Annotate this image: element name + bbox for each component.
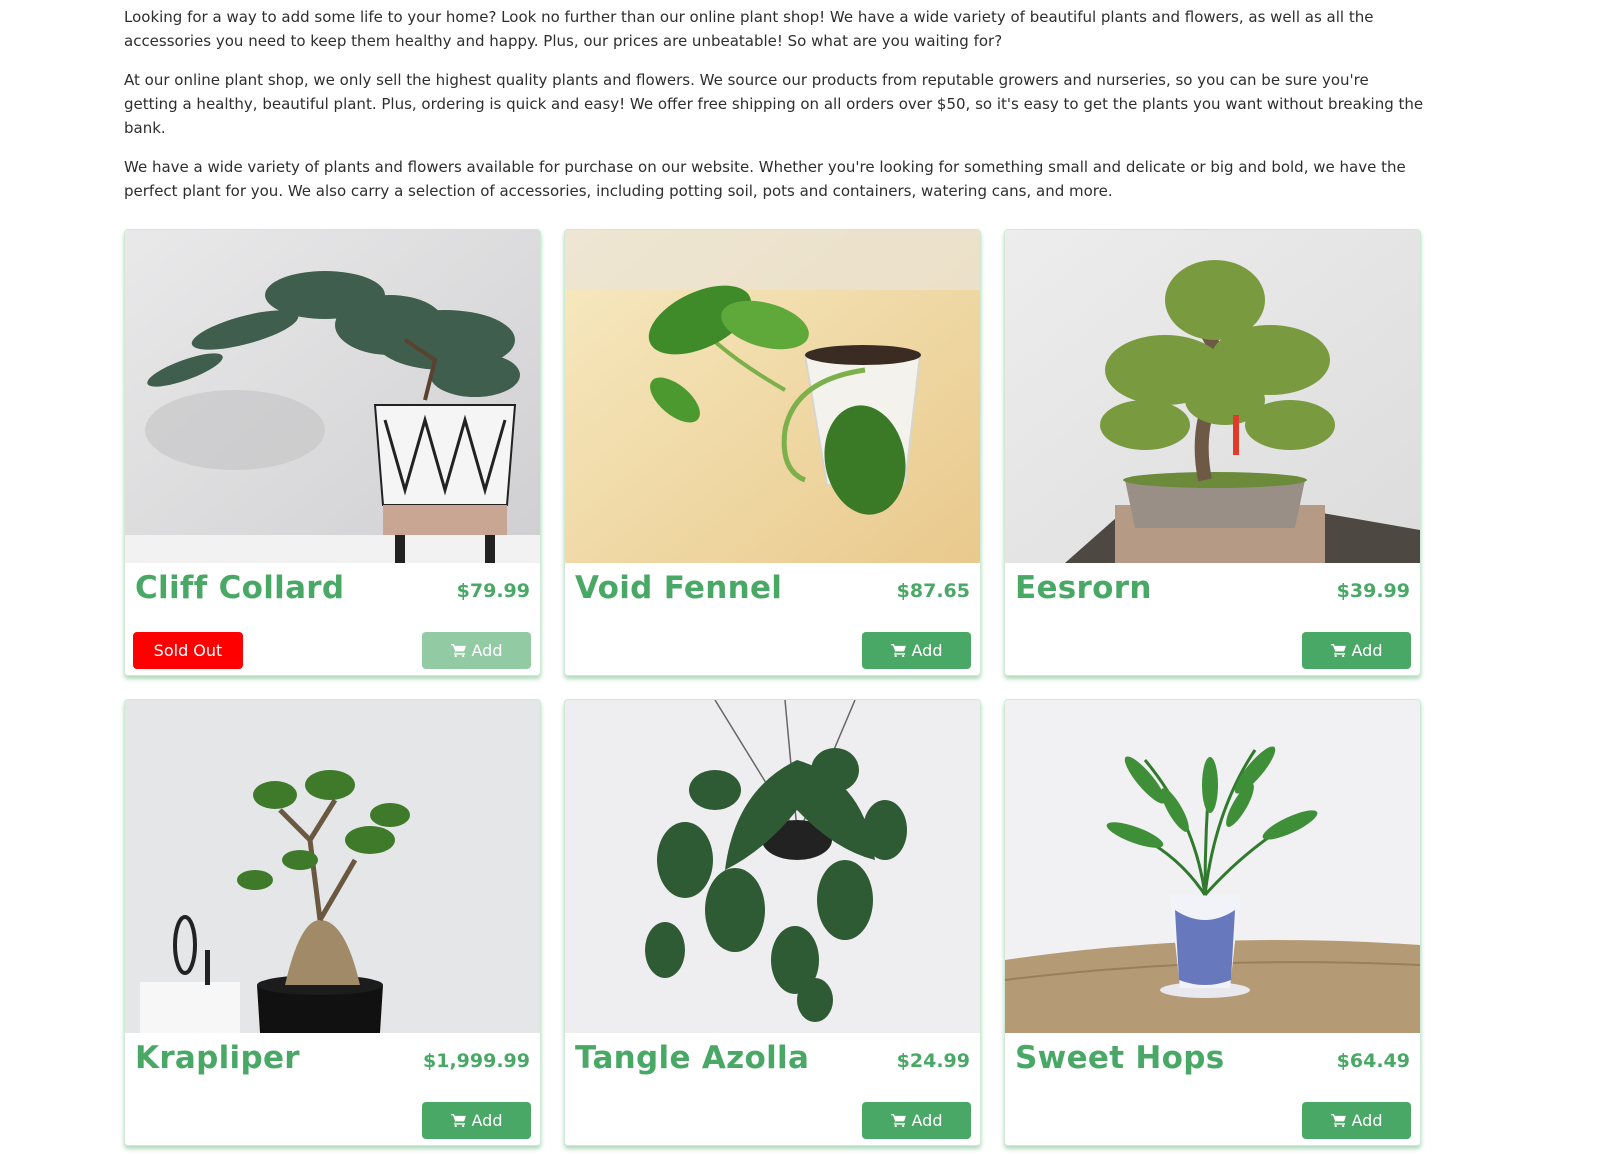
add-to-cart-button[interactable]: Add xyxy=(1302,1102,1411,1139)
cart-icon xyxy=(1330,1114,1346,1127)
product-name: Tangle Azolla xyxy=(575,1040,810,1076)
product-card: Tangle Azolla $24.99 Add xyxy=(564,699,981,1146)
add-to-cart-button[interactable]: Add xyxy=(1302,632,1411,669)
product-image-parlor-palm[interactable] xyxy=(1005,700,1420,1033)
product-image-juniper-bonsai[interactable] xyxy=(125,230,540,563)
add-to-cart-button[interactable]: Add xyxy=(862,632,971,669)
product-price: $64.49 xyxy=(1336,1050,1410,1072)
product-image-pothos[interactable] xyxy=(565,230,980,563)
product-card: Cliff Collard $79.99 Sold Out Add xyxy=(124,229,541,676)
cart-icon xyxy=(1330,644,1346,657)
product-price: $1,999.99 xyxy=(423,1050,530,1072)
intro-paragraph-1: Looking for a way to add some life to yo… xyxy=(124,8,1374,50)
product-price: $87.65 xyxy=(896,580,970,602)
add-label: Add xyxy=(911,641,943,660)
add-label: Add xyxy=(1351,641,1383,660)
product-card: Sweet Hops $64.49 Add xyxy=(1004,699,1421,1146)
product-name: Sweet Hops xyxy=(1015,1040,1225,1076)
intro-paragraph-3: We have a wide variety of plants and flo… xyxy=(124,158,1406,200)
product-card: Void Fennel $87.65 Add xyxy=(564,229,981,676)
intro-text: Looking for a way to add some life to yo… xyxy=(124,5,1424,218)
product-card: Eesrorn $39.99 Add xyxy=(1004,229,1421,676)
add-to-cart-button[interactable]: Add xyxy=(422,632,531,669)
product-name: Cliff Collard xyxy=(135,570,345,606)
cart-icon xyxy=(450,644,466,657)
cart-icon xyxy=(890,1114,906,1127)
add-label: Add xyxy=(471,641,503,660)
product-image-hanging-philodendron[interactable] xyxy=(565,700,980,1033)
cart-icon xyxy=(450,1114,466,1127)
product-price: $24.99 xyxy=(896,1050,970,1072)
add-label: Add xyxy=(1351,1111,1383,1130)
sold-out-badge: Sold Out xyxy=(133,632,243,669)
product-name: Krapliper xyxy=(135,1040,300,1076)
product-image-bonsai[interactable] xyxy=(1005,230,1420,563)
product-name: Eesrorn xyxy=(1015,570,1152,606)
product-name: Void Fennel xyxy=(575,570,783,606)
add-to-cart-button[interactable]: Add xyxy=(422,1102,531,1139)
product-image-ginseng-ficus[interactable] xyxy=(125,700,540,1033)
product-price: $39.99 xyxy=(1336,580,1410,602)
product-card: Krapliper $1,999.99 Add xyxy=(124,699,541,1146)
add-label: Add xyxy=(911,1111,943,1130)
add-to-cart-button[interactable]: Add xyxy=(862,1102,971,1139)
product-price: $79.99 xyxy=(456,580,530,602)
intro-paragraph-2: At our online plant shop, we only sell t… xyxy=(124,71,1424,137)
cart-icon xyxy=(890,644,906,657)
add-label: Add xyxy=(471,1111,503,1130)
